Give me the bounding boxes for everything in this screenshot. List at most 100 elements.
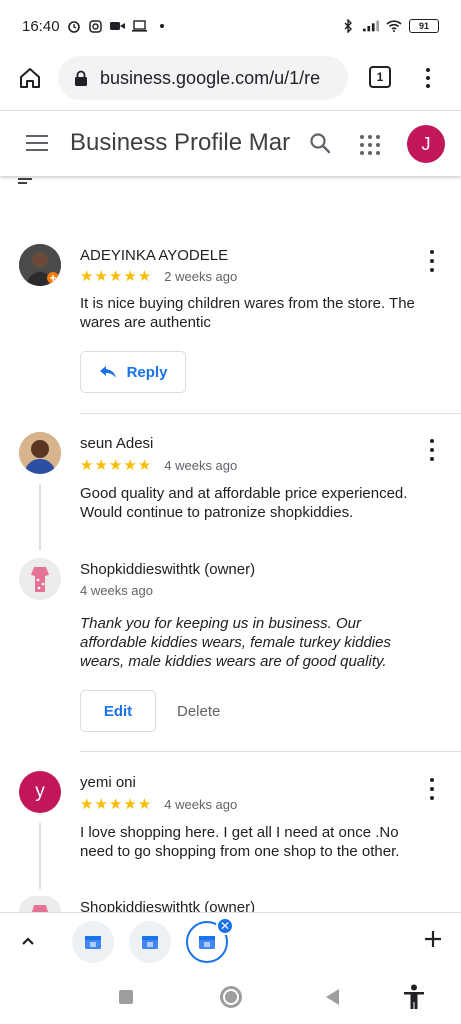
owner-name: Shopkiddieswithtk (owner) — [80, 561, 256, 578]
rating-row: ★★★★★ 4 weeks ago — [80, 456, 237, 474]
apps-dot — [360, 143, 364, 147]
reviewer-avatar — [19, 432, 61, 474]
close-tab-icon[interactable]: ✕ — [216, 917, 234, 935]
home-nav-button[interactable] — [220, 986, 242, 1008]
star-rating: ★★★★★ — [80, 796, 153, 813]
apps-dot — [376, 135, 380, 139]
review-time: 4 weeks ago — [164, 796, 238, 812]
system-navigation-bar — [0, 972, 461, 1024]
search-button[interactable] — [308, 131, 332, 155]
apps-dot — [360, 151, 364, 155]
business-profile-icon — [199, 936, 215, 949]
status-right: 91 — [340, 18, 439, 34]
browser-toolbar: business.google.com/u/1/re 1 — [0, 52, 461, 104]
kebab-dot — [430, 259, 434, 263]
new-tab-button[interactable] — [423, 929, 443, 949]
reviewer-name: ADEYINKA AYODELE — [80, 247, 229, 264]
kebab-dot — [430, 457, 434, 461]
kebab-dot — [430, 778, 434, 782]
dot-icon — [154, 18, 170, 34]
tab-count: 1 — [376, 70, 384, 84]
review-more-button[interactable] — [428, 439, 436, 461]
review-text: Good quality and at affordable price exp… — [80, 485, 408, 521]
chevron-up-icon — [22, 937, 34, 945]
owner-reply-time: 4 weeks ago — [80, 583, 153, 598]
account-avatar[interactable]: J — [407, 125, 445, 163]
apps-dot — [368, 135, 372, 139]
alarm-icon — [66, 18, 82, 34]
owner-name: Shopkiddieswithtk (owner) — [80, 899, 256, 912]
plus-icon — [425, 931, 441, 947]
browser-menu-button[interactable] — [418, 64, 438, 92]
url-text: business.google.com/u/1/re — [100, 67, 321, 88]
edit-label: Edit — [103, 702, 133, 720]
apps-dot — [376, 151, 380, 155]
recents-button[interactable] — [119, 990, 133, 1004]
app-header: Business Profile Mar J — [0, 110, 461, 176]
menu-line — [26, 142, 48, 144]
home-icon — [20, 68, 40, 88]
divider — [80, 751, 461, 752]
wifi-icon — [386, 18, 402, 34]
status-left: 16:40 — [22, 18, 170, 35]
search-icon — [310, 133, 331, 154]
back-button[interactable] — [326, 989, 339, 1005]
tab-strip: ✕ — [0, 912, 461, 970]
thread-line — [39, 484, 41, 550]
reviewer-name: seun Adesi — [80, 435, 154, 452]
accessibility-button[interactable] — [403, 984, 425, 1010]
tab-thumbnail[interactable] — [129, 921, 171, 963]
review-more-button[interactable] — [428, 778, 436, 800]
menu-line — [26, 149, 48, 151]
rating-row: ★★★★★ 2 weeks ago — [80, 267, 237, 285]
reply-button[interactable]: Reply — [80, 351, 186, 393]
reviewer-avatar — [19, 244, 61, 286]
instagram-icon — [88, 18, 104, 34]
review-more-button[interactable] — [428, 250, 436, 272]
owner-avatar — [19, 896, 61, 912]
review-time: 4 weeks ago — [164, 457, 238, 473]
tab-thumbnail[interactable] — [72, 921, 114, 963]
expand-tabs-button[interactable] — [20, 933, 36, 949]
delete-reply-button[interactable]: Delete — [177, 703, 220, 720]
reviewer-avatar-letter: y — [35, 781, 45, 802]
reviewer-name: yemi oni — [80, 774, 136, 791]
status-bar: 16:40 91 — [0, 0, 461, 52]
home-nav-dot — [225, 991, 237, 1003]
accessibility-icon — [404, 984, 424, 1009]
video-icon — [110, 18, 126, 34]
apps-dot — [376, 143, 380, 147]
menu-dot — [426, 76, 430, 80]
sort-icon[interactable] — [18, 178, 32, 186]
home-button[interactable] — [16, 64, 44, 92]
active-tab-thumbnail[interactable]: ✕ — [186, 917, 234, 963]
review-time: 2 weeks ago — [164, 268, 238, 284]
owner-reply-text: Thank you for keeping us in business. Ou… — [80, 615, 391, 670]
hamburger-menu-button[interactable] — [26, 135, 48, 151]
divider — [80, 413, 461, 414]
review-text: It is nice buying children wares from th… — [80, 295, 415, 331]
address-bar[interactable]: business.google.com/u/1/re — [58, 56, 348, 100]
status-time: 16:40 — [22, 17, 60, 35]
apps-dot — [368, 143, 372, 147]
reply-icon — [99, 366, 116, 378]
reply-label: Reply — [126, 363, 168, 381]
bluetooth-icon — [340, 18, 356, 34]
kebab-dot — [430, 250, 434, 254]
owner-avatar — [19, 558, 61, 600]
review-text: I love shopping here. I get all I need a… — [80, 824, 400, 860]
menu-line — [26, 135, 48, 137]
laptop-icon — [132, 18, 148, 34]
tab-switcher-button[interactable]: 1 — [369, 66, 391, 88]
page-title: Business Profile Mar — [70, 129, 291, 156]
kebab-dot — [430, 448, 434, 452]
business-profile-icon — [85, 936, 101, 949]
kebab-dot — [430, 439, 434, 443]
edit-reply-button[interactable]: Edit — [80, 690, 156, 732]
rating-row: ★★★★★ 4 weeks ago — [80, 795, 237, 813]
sort-line — [18, 182, 27, 184]
kebab-dot — [430, 796, 434, 800]
lock-icon — [72, 69, 90, 87]
kebab-dot — [430, 787, 434, 791]
apps-grid-button[interactable] — [360, 135, 380, 155]
